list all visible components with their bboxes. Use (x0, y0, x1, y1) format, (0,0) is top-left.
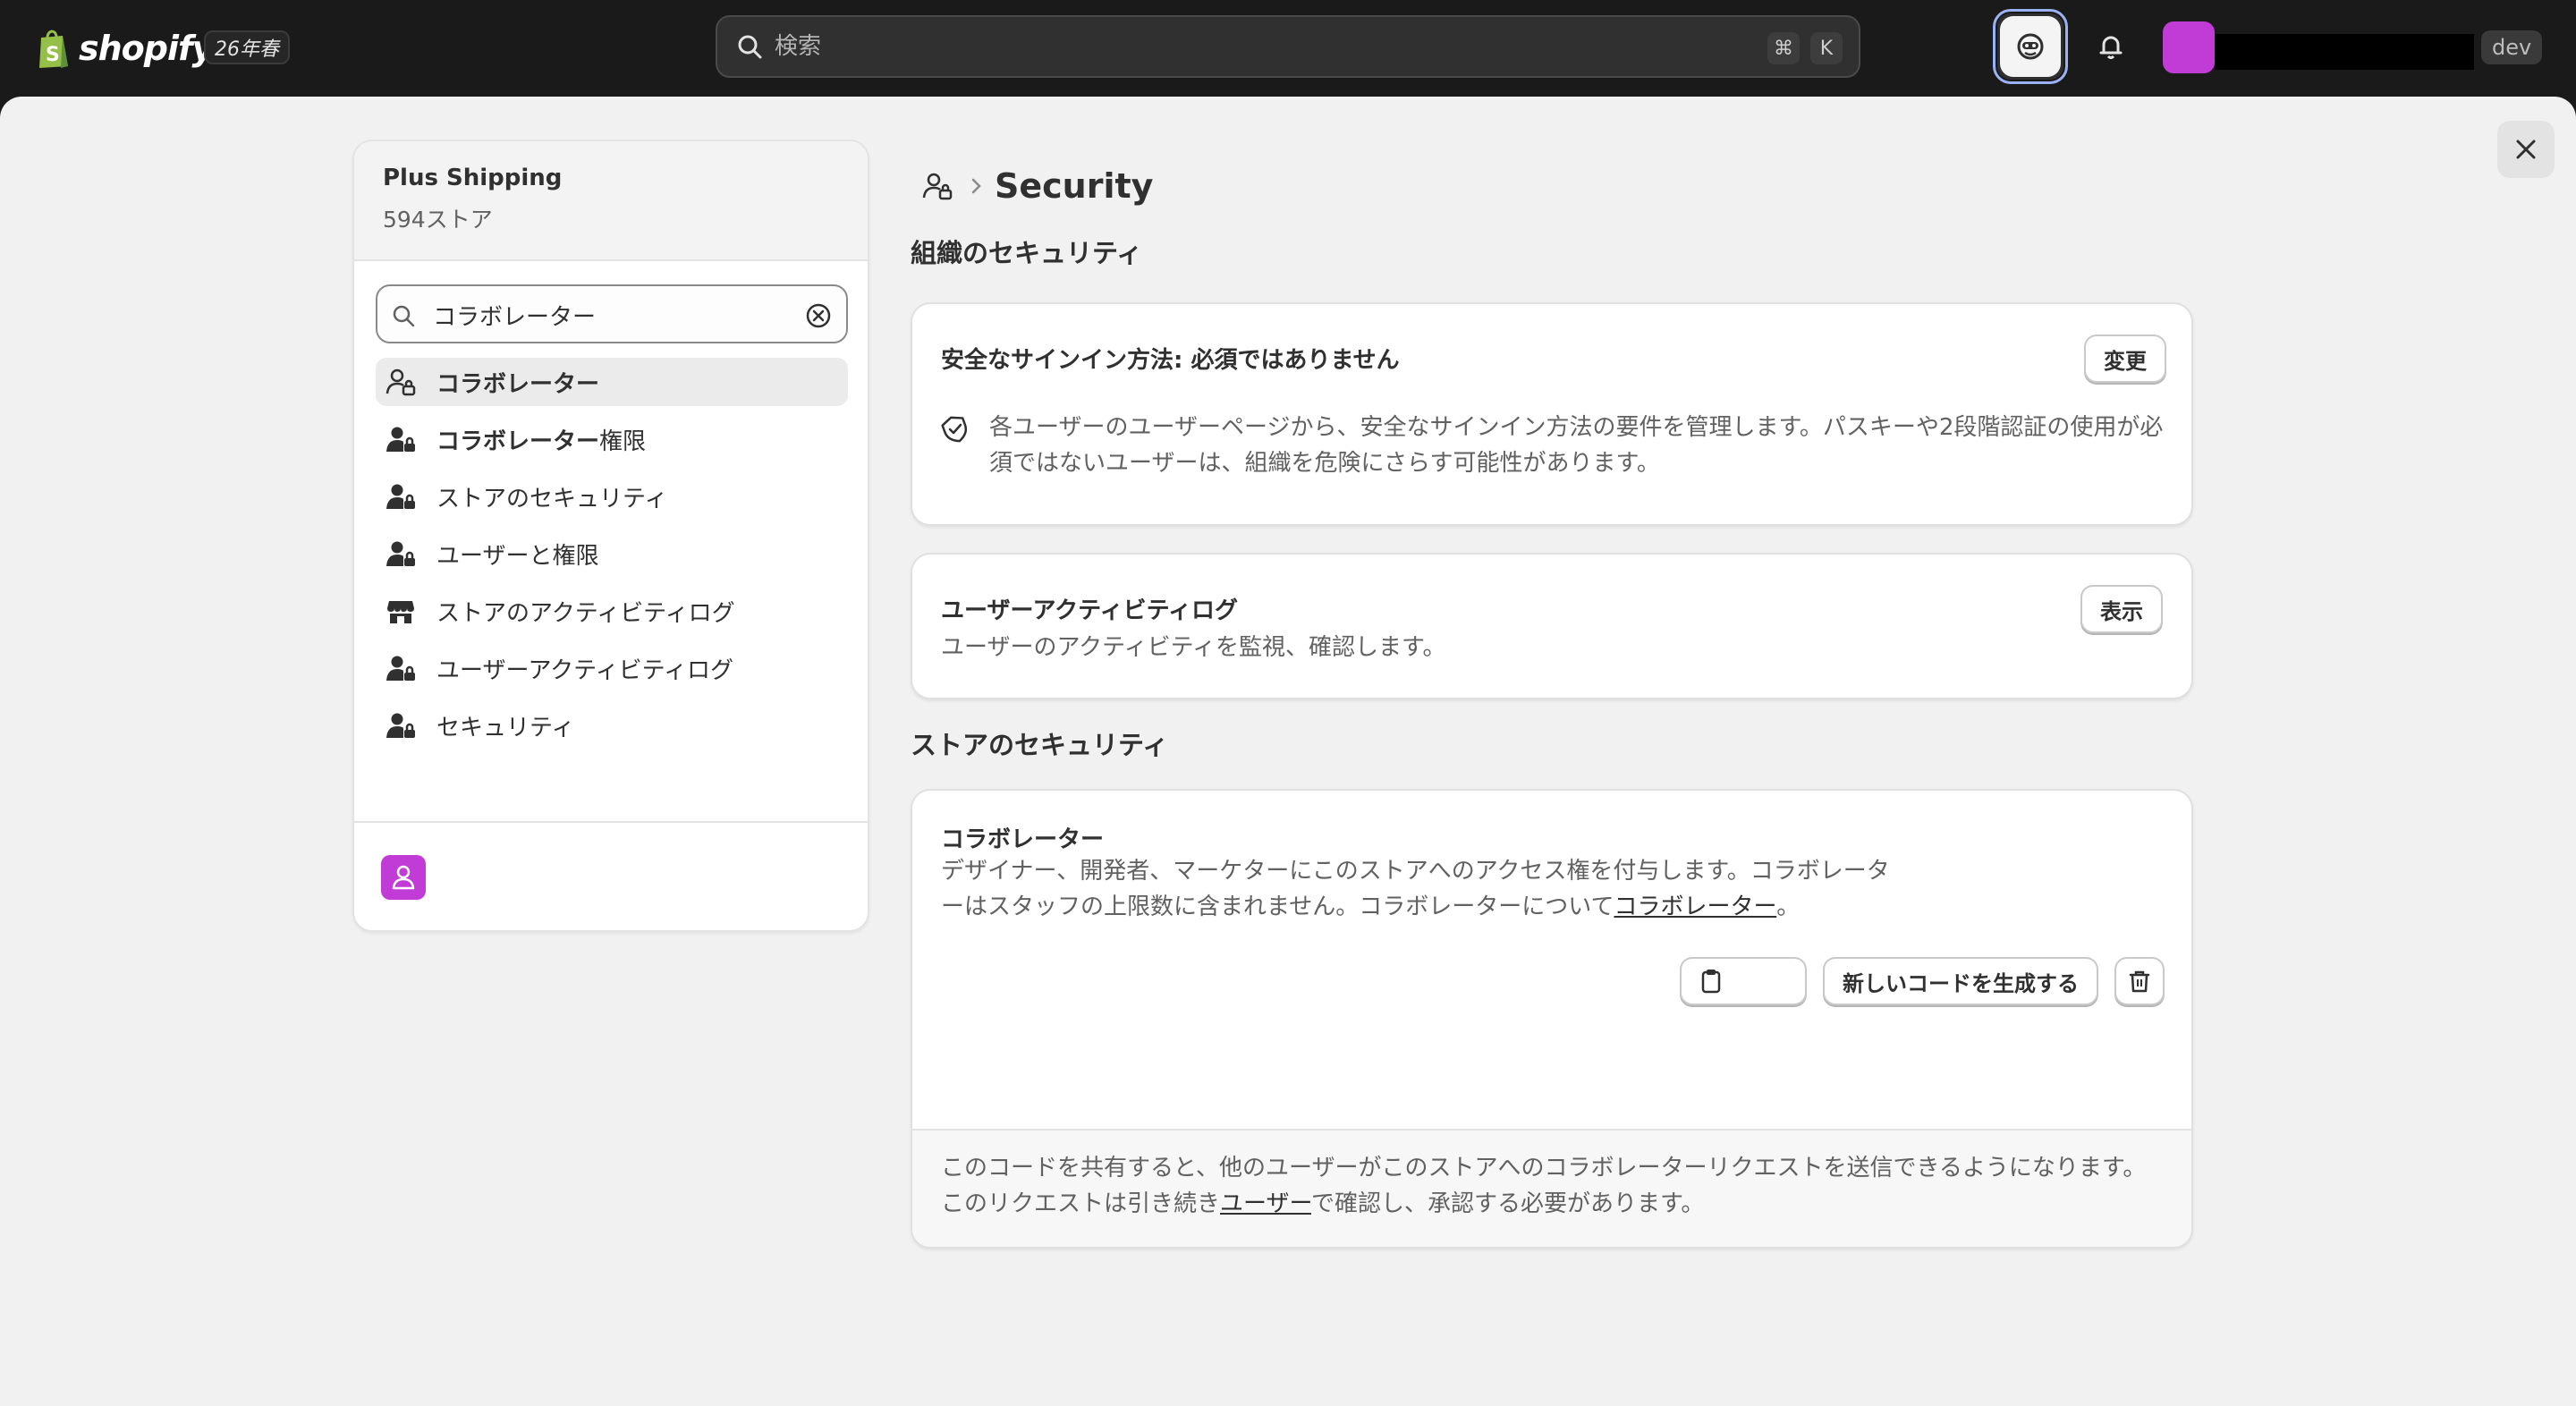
organization-name: Plus Shipping (383, 165, 563, 191)
person-icon (392, 865, 415, 890)
clipboard-icon (1701, 970, 1721, 994)
shield-check-icon (941, 416, 968, 443)
card-title: コラボレーター (941, 826, 1105, 853)
footer-text: このコードを共有すると、他のユーザーがこのストアへのコラボレーターリクエストを送… (941, 1150, 2146, 1222)
shortcut-k-key: K (1810, 32, 1843, 64)
person-lock-icon (385, 709, 417, 741)
nav-item-label: ユーザーと権限 (436, 542, 599, 570)
top-bar: S shopify 26年春 ⌘ K (0, 0, 2576, 97)
card-title: 安全なサインイン方法: 必須ではありません (941, 347, 1400, 374)
store-icon (385, 595, 417, 627)
settings-search[interactable] (376, 284, 848, 343)
search-icon (393, 305, 415, 327)
svg-text:S: S (46, 44, 60, 66)
card-description: ユーザーのアクティビティを監視、確認します。 (941, 634, 1446, 661)
sidekick-button[interactable] (1993, 9, 2068, 84)
shortcut-cmd-key: ⌘ (1767, 32, 1800, 64)
shopify-wordmark: shopify (79, 29, 214, 68)
section-heading-org-security: 組織のセキュリティ (911, 238, 1143, 268)
global-search-input[interactable] (775, 26, 1580, 67)
edition-badge[interactable]: 26年春 (204, 30, 290, 64)
shopify-bag-icon: S (36, 27, 72, 70)
user-avatar[interactable] (381, 855, 426, 900)
person-lock-icon (385, 652, 417, 684)
person-lock-icon (385, 538, 417, 570)
description-text: 。 (1776, 894, 1801, 920)
collaborators-help-link[interactable]: コラボレーター (1614, 894, 1776, 920)
settings-search-input[interactable] (433, 297, 791, 333)
sidekick-icon (2017, 33, 2044, 60)
nav-item-label: セキュリティ (436, 714, 575, 741)
notifications-bell-icon[interactable] (2091, 27, 2131, 66)
settings-nav: コラボレーター コラボレーター権限 ストアのセキュリティ ユーザーと権限 ストア… (376, 358, 848, 758)
collaborator-code-card: コラボレーター デザイナー、開発者、マーケターにこのストアへのアクセス権を付与し… (911, 789, 2193, 1249)
change-button[interactable]: 変更 (2084, 335, 2166, 383)
dev-badge: dev (2481, 30, 2543, 64)
card-title: ユーザーアクティビティログ (941, 597, 1239, 624)
nav-item-collaborator-permissions[interactable]: コラボレーター権限 (376, 415, 848, 463)
nav-item-user-activity-log[interactable]: ユーザーアクティビティログ (376, 644, 848, 692)
search-match-highlight: コラボレーター (436, 428, 600, 455)
store-avatar[interactable] (2163, 21, 2215, 73)
close-icon (2516, 140, 2536, 159)
copy-code-button[interactable] (1680, 957, 1807, 1005)
close-button[interactable] (2497, 121, 2555, 178)
chevron-right-icon (971, 178, 981, 194)
shopify-logo[interactable]: S shopify (36, 23, 214, 73)
person-lock-icon[interactable] (921, 170, 953, 202)
page-title: Security (995, 166, 1154, 206)
sidebar-footer (354, 821, 868, 930)
users-link[interactable]: ユーザー (1220, 1190, 1311, 1217)
description-line: 須ではないユーザーは、組織を危険にさらす可能性があります。 (989, 450, 1660, 477)
global-search[interactable]: ⌘ K (716, 15, 1860, 78)
nav-item-security[interactable]: セキュリティ (376, 701, 848, 750)
description-text: ーはスタッフの上限数に含まれません。コラボレーターについて (941, 894, 1614, 920)
nav-item-label-rest: 権限 (599, 428, 647, 455)
nav-item-label: ユーザーアクティビティログ (436, 656, 734, 684)
view-button[interactable]: 表示 (2080, 585, 2163, 633)
person-lock-icon (385, 366, 417, 398)
clear-search-icon[interactable] (803, 301, 834, 331)
settings-panel: Plus Shipping 594ストア コラボレーター コラボレーター コラボ… (0, 97, 2576, 1406)
card-description: 各ユーザーのユーザーページから、安全なサインイン方法の要件を管理します。パスキー… (989, 410, 2179, 481)
nav-item-label: ストアのセキュリティ (436, 485, 668, 512)
nav-item-store-security[interactable]: ストアのセキュリティ (376, 472, 848, 521)
description-line: 各ユーザーのユーザーページから、安全なサインイン方法の要件を管理します。パスキー… (989, 414, 2164, 441)
nav-item-label: コラボレーター権限 (436, 423, 646, 456)
section-heading-store-security: ストアのセキュリティ (911, 730, 1169, 760)
settings-sidebar: Plus Shipping 594ストア コラボレーター コラボレーター コラボ… (352, 140, 869, 932)
person-lock-icon (385, 423, 417, 455)
card-description: デザイナー、開発者、マーケターにこのストアへのアクセス権を付与します。コラボレー… (941, 853, 1925, 925)
generate-new-code-button[interactable]: 新しいコードを生成する (1823, 957, 2098, 1005)
user-activity-log-card: ユーザーアクティビティログ ユーザーのアクティビティを監視、確認します。 表示 (911, 553, 2193, 699)
description-line: ーはスタッフの上限数に含まれません。コラボレーターについてコラボレーター。 (941, 889, 1925, 925)
store-count: 594ストア (383, 207, 493, 233)
footer-line: このリクエストは引き続きユーザーで確認し、承認する必要があります。 (941, 1186, 2146, 1222)
trash-icon (2129, 970, 2150, 993)
search-icon (738, 35, 762, 59)
breadcrumb: Security (921, 159, 1153, 213)
organization-header[interactable]: Plus Shipping 594ストア (354, 141, 868, 261)
footer-line: このコードを共有すると、他のユーザーがこのストアへのコラボレーターリクエストを送… (941, 1155, 2147, 1182)
nav-item-store-activity-log[interactable]: ストアのアクティビティログ (376, 587, 848, 635)
nav-item-users-permissions[interactable]: ユーザーと権限 (376, 529, 848, 578)
nav-item-label: ストアのアクティビティログ (436, 599, 735, 627)
secure-signin-card: 安全なサインイン方法: 必須ではありません 変更 各ユーザーのユーザーページから… (911, 302, 2193, 526)
collaborator-code-footer: このコードを共有すると、他のユーザーがこのストアへのコラボレーターリクエストを送… (912, 1129, 2191, 1247)
person-lock-icon (385, 480, 417, 512)
nav-item-collaborators[interactable]: コラボレーター (376, 358, 848, 406)
nav-item-label: コラボレーター (436, 370, 600, 398)
store-name-redacted[interactable] (2215, 34, 2474, 70)
footer-text: で確認し、承認する必要があります。 (1310, 1190, 1705, 1217)
description-line: デザイナー、開発者、マーケターにこのストアへのアクセス権を付与します。コラボレー… (941, 858, 1890, 885)
footer-text: このリクエストは引き続き (941, 1190, 1221, 1217)
delete-code-button[interactable] (2114, 957, 2165, 1005)
